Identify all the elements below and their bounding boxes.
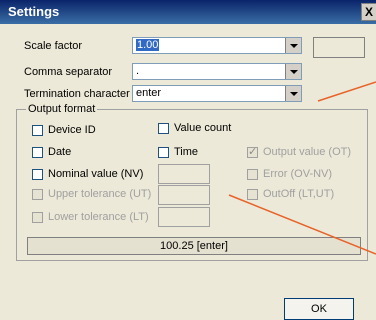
annotation-line: [317, 81, 376, 102]
annotation-lines: [228, 81, 376, 255]
annotation-line: [228, 194, 376, 255]
